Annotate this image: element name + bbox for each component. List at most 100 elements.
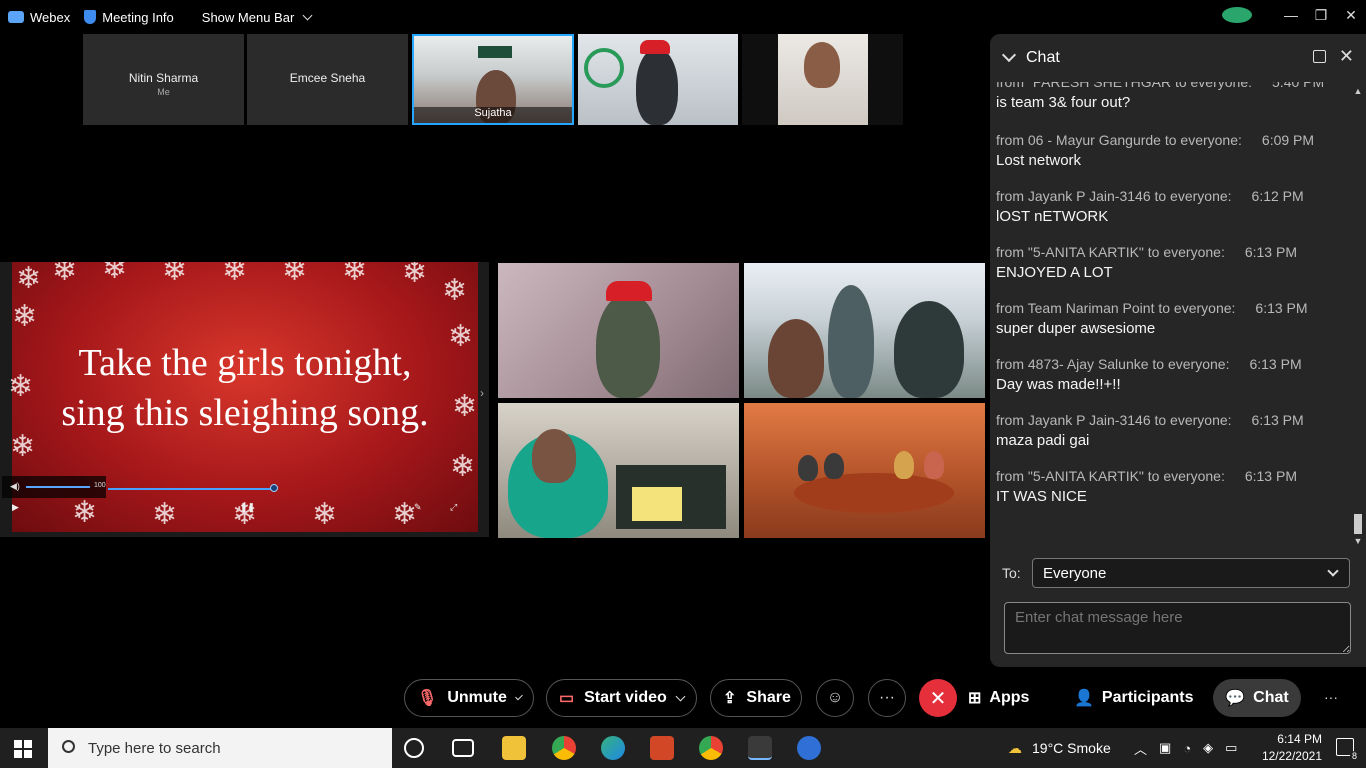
shield-icon — [84, 10, 97, 24]
weather-haze-icon: ☁ — [1008, 739, 1022, 756]
meeting-info-button[interactable]: Meeting Info — [84, 10, 174, 25]
snowflake-decoration: ❄ — [450, 450, 476, 483]
unmute-label: Unmute — [447, 689, 507, 706]
end-meeting-button[interactable]: ✕ — [919, 679, 957, 717]
webex-logo-icon — [8, 11, 24, 23]
participant-video — [768, 319, 824, 398]
close-icon[interactable]: ✕ — [1336, 7, 1366, 24]
more-options-icon: ··· — [879, 689, 895, 706]
chat-message: from Team Nariman Point to everyone: 6:13… — [996, 300, 1336, 337]
message-sender: from "PARESH SHETHGAR to everyone: — [996, 82, 1253, 90]
weather-widget[interactable]: ☁ 19°C Smoke — [1008, 728, 1111, 768]
video-tile-1[interactable] — [498, 263, 739, 398]
chat-header: Chat ✕ — [990, 34, 1366, 82]
message-sender: from Jayank P Jain-3146 to everyone: — [996, 412, 1232, 428]
chevron-down-icon[interactable] — [515, 692, 523, 700]
participants-button[interactable]: 👤 Participants — [1074, 679, 1194, 717]
minimize-icon[interactable]: — — [1276, 7, 1306, 23]
chevron-up-icon[interactable]: ︿ — [1134, 739, 1147, 758]
video-tile-2[interactable] — [744, 263, 985, 398]
thumbnail-sujatha[interactable]: Sujatha — [412, 34, 574, 125]
start-video-button[interactable]: ▭ Start video — [546, 679, 697, 717]
volume-slider[interactable]: ◀) 100 — [2, 476, 106, 498]
task-view-icon[interactable] — [452, 739, 474, 757]
chat-message: from "5-ANITA KARTIK" to everyone: 6:13 P… — [996, 244, 1336, 281]
volume-track[interactable] — [26, 486, 90, 488]
share-button[interactable]: ⇪ Share — [710, 679, 802, 717]
chevron-down-icon[interactable] — [675, 691, 686, 701]
snowflake-decoration: ❄ — [12, 300, 38, 333]
edge-icon[interactable] — [601, 736, 625, 760]
meet-now-icon[interactable]: ▣ — [1159, 740, 1171, 756]
seek-bar[interactable] — [108, 488, 274, 490]
taskbar-clock[interactable]: 6:14 PM 12/22/2021 — [1262, 731, 1322, 765]
next-page-icon[interactable]: › — [480, 386, 484, 400]
thumbnail-participant-4[interactable] — [578, 34, 738, 125]
webex-menu[interactable]: Webex — [8, 10, 70, 25]
network-signal-icon[interactable] — [1222, 7, 1252, 23]
snowflake-decoration: ❄ — [402, 262, 428, 289]
windows-start-icon[interactable] — [14, 740, 32, 758]
close-icon: ✕ — [929, 687, 947, 710]
pop-out-icon[interactable] — [1313, 50, 1326, 63]
scrollbar-thumb[interactable] — [1354, 514, 1362, 534]
taskbar-search-box[interactable]: Type here to search — [48, 728, 392, 768]
thumbnail-emcee-sneha[interactable]: Emcee Sneha — [247, 34, 408, 125]
participant-video — [924, 451, 944, 479]
participant-face — [804, 42, 840, 88]
thumbnail-nitin-sharma[interactable]: Nitin Sharma Me — [83, 34, 244, 125]
reactions-button[interactable]: ☺ — [816, 679, 854, 717]
scroll-down-icon[interactable]: ▼ — [1352, 536, 1364, 546]
chevron-down-icon — [302, 10, 313, 20]
pen-icon[interactable]: ✎ — [414, 502, 422, 513]
message-time: 5:40 PM — [1272, 82, 1325, 90]
chat-panel: Chat ✕ from "PARESH SHETHGAR to everyone… — [990, 34, 1366, 667]
chat-message: from Jayank P Jain-3146 to everyone: 6:13… — [996, 412, 1336, 449]
shared-content-view[interactable]: ❄ ❄ ❄ ❄ ❄ ❄ ❄ ❄ ❄ ❄ ❄ ❄ ❄ ❄ ❄ ❄ ❄ ❄ ❄ ❄ … — [0, 262, 489, 537]
outlook-icon[interactable] — [797, 736, 821, 760]
notification-center[interactable]: 8 — [1336, 738, 1359, 761]
more-icon[interactable]: ··· — [1324, 689, 1338, 705]
chevron-down-icon — [1327, 565, 1339, 577]
cortana-icon[interactable] — [404, 738, 424, 758]
message-text: super duper awsesiome — [996, 320, 1156, 337]
more-options-button[interactable]: ··· — [868, 679, 906, 717]
file-explorer-icon[interactable] — [502, 736, 526, 760]
apps-button[interactable]: ⊞ Apps — [968, 679, 1029, 717]
share-label: Share — [746, 689, 791, 706]
participants-label: Participants — [1101, 689, 1194, 706]
window-title-bar: Webex Meeting Info Show Menu Bar — [0, 0, 1366, 34]
chrome-icon[interactable] — [552, 736, 576, 760]
powerpoint-icon[interactable] — [650, 736, 674, 760]
chat-button[interactable]: 💬 Chat — [1213, 679, 1301, 717]
chat-message-input[interactable] — [1004, 602, 1351, 654]
close-icon[interactable]: ✕ — [1339, 46, 1354, 67]
thumbnail-participant-5[interactable] — [742, 34, 903, 125]
chrome-profile-icon[interactable] — [699, 736, 723, 760]
message-time: 6:13 PM — [1255, 300, 1308, 316]
show-menu-bar-label: Show Menu Bar — [201, 9, 295, 25]
play-icon[interactable]: ▶ — [12, 502, 19, 513]
show-menu-bar-button[interactable]: Show Menu Bar — [201, 9, 313, 25]
fullscreen-icon[interactable]: ⤢ — [450, 502, 457, 513]
wifi-icon[interactable]: ◔ — [1183, 741, 1191, 756]
emoji-icon: ☺ — [826, 689, 844, 706]
company-logo-poster — [584, 48, 624, 88]
message-sender: from 4873- Ajay Salunke to everyone: — [996, 356, 1230, 372]
collapse-chevron-icon[interactable] — [1001, 47, 1017, 63]
recipient-dropdown[interactable]: Everyone — [1032, 558, 1350, 588]
chat-message-list[interactable]: from "PARESH SHETHGAR to everyone: 5:40 P… — [990, 82, 1350, 552]
restore-icon[interactable]: ❐ — [1306, 7, 1336, 24]
chat-message: from 06 - Mayur Gangurde to everyone: 6:0… — [996, 132, 1336, 169]
seek-handle[interactable] — [270, 484, 278, 492]
webex-taskbar-icon[interactable] — [748, 736, 772, 760]
scroll-up-icon[interactable]: ▲ — [1352, 86, 1364, 96]
chat-scrollbar[interactable]: ▲ ▼ — [1352, 86, 1364, 550]
unmute-button[interactable]: 🎙 Unmute — [404, 679, 534, 717]
battery-icon[interactable]: ▭ — [1225, 740, 1237, 756]
video-tile-4[interactable] — [744, 403, 985, 538]
dropbox-icon[interactable]: ◈ — [1203, 740, 1213, 756]
video-tile-3[interactable] — [498, 403, 739, 538]
window-controls: — ❐ ✕ — [1222, 0, 1366, 30]
pause-icon[interactable]: ❚❚ — [240, 502, 255, 513]
